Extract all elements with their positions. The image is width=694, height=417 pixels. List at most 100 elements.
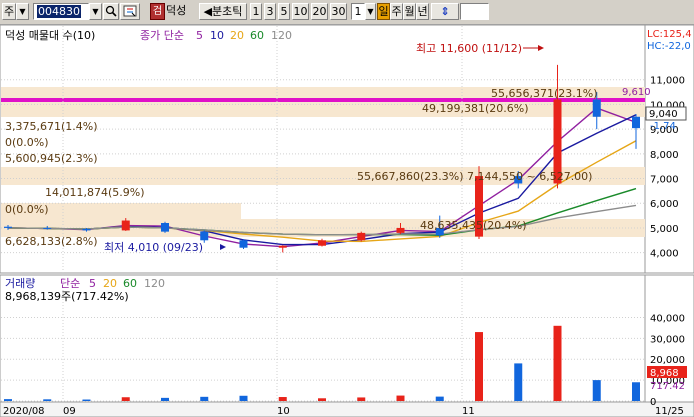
candle-body	[632, 116, 640, 129]
price-tick-label: 11,000	[650, 76, 685, 87]
count-input[interactable]: 1	[351, 3, 365, 20]
x-axis-right-label: 11/25	[655, 406, 684, 417]
week-button[interactable]: 주	[390, 3, 403, 20]
candle-body	[357, 232, 366, 241]
period-1-button[interactable]: 1	[250, 3, 262, 20]
count-dropdown-button[interactable]: ▼	[365, 3, 376, 20]
mode-select[interactable]: 주	[2, 3, 16, 20]
current-price: 9,040	[649, 109, 678, 120]
hc-label: HC:-22,0	[647, 41, 691, 52]
volume-bar	[200, 396, 209, 401]
stock-code-input[interactable]: 004830	[33, 3, 89, 20]
volume-bar	[278, 397, 287, 401]
day-button[interactable]: 일	[377, 3, 390, 20]
search-icon	[105, 5, 117, 17]
lc-label: LC:125,4	[647, 29, 692, 40]
volume-bar	[553, 325, 562, 401]
candle-body	[239, 240, 248, 248]
year-button[interactable]: 년	[416, 3, 429, 20]
current-change: -1.74	[650, 121, 676, 132]
stock-code-value: 004830	[37, 5, 81, 18]
volume-profile-label: 49,199,381(20.6%)	[422, 102, 529, 115]
period-nav-button[interactable]: ◀분초틱	[199, 3, 247, 20]
vma60-legend: 60	[123, 277, 137, 290]
vma20-legend: 20	[103, 277, 117, 290]
volume-bar	[435, 396, 444, 401]
volume-tick-label: 20,000	[650, 355, 685, 366]
volume-value-label: 8,968,139주(717.42%)	[5, 290, 129, 303]
volume-bar	[357, 397, 366, 401]
vma5-legend: 5	[89, 277, 96, 290]
volume-bar	[475, 332, 483, 401]
vma120-legend: 120	[144, 277, 165, 290]
low-annotation: 최저 4,010 (09/23)	[104, 241, 203, 254]
volume-bar	[239, 395, 248, 401]
candle-body	[43, 227, 52, 229]
search-button[interactable]	[103, 3, 119, 20]
code-badge[interactable]: 검	[150, 3, 165, 20]
chevron-down-icon: ▼	[19, 7, 26, 16]
volume-bar	[4, 399, 12, 401]
price-tick-label: 6,000	[650, 199, 679, 210]
volume-bar	[396, 395, 405, 401]
volume-bar	[82, 399, 91, 401]
period-20-button[interactable]: 20	[311, 3, 328, 20]
volume-bar	[161, 397, 169, 401]
ma-legend-label: 종가 단순	[140, 29, 184, 42]
volume-bar	[318, 398, 326, 401]
toolbar: 주 ▼ 004830 ▼ 검 덕성 ◀분초틱 1 3 5 10 20 30 1 …	[0, 0, 694, 25]
volume-bar	[121, 397, 130, 401]
volume-profile-label: 6,628,133(2.8%)	[5, 235, 98, 248]
code-dropdown-button[interactable]: ▼	[89, 3, 102, 20]
volume-current-value: 8,968	[650, 368, 679, 379]
chevron-down-icon: ▼	[367, 7, 374, 16]
volume-bar	[43, 399, 52, 401]
x-axis	[0, 401, 694, 417]
x-label: 10	[277, 406, 290, 417]
up-down-arrow-icon: ⇕	[440, 5, 450, 18]
price-tick-label: 4,000	[650, 249, 679, 260]
volume-profile-label: 0(0.0%)	[5, 136, 49, 149]
month-button[interactable]: 월	[403, 3, 416, 20]
candle-body	[278, 245, 287, 248]
stock-name: 덕성	[166, 4, 187, 17]
ma20-legend: 20	[230, 29, 244, 42]
candle-body	[396, 227, 405, 233]
period-5-button[interactable]: 5	[278, 3, 290, 20]
extra-input[interactable]	[460, 3, 489, 20]
x-label: 11	[462, 406, 475, 417]
volume-profile-label: 55,667,860(23.3%) 7,144,550 ~ 6,527.00)	[357, 170, 592, 183]
chevron-down-icon: ▼	[92, 7, 99, 16]
volume-bar	[592, 380, 601, 401]
volume-panel-title: 거래량	[5, 277, 35, 290]
ma5-legend: 5	[196, 29, 203, 42]
candle-body	[82, 228, 91, 231]
volume-profile-label: 55,656,371(23.1%)	[491, 87, 598, 100]
mode-label: 주	[3, 5, 15, 18]
mode-dropdown-button[interactable]: ▼	[16, 3, 29, 20]
chart-svg: 11,00010,0009,0008,0007,0006,0005,0004,0…	[0, 25, 694, 417]
volume-ma-legend-label: 단순	[60, 277, 80, 290]
candle-body	[200, 231, 209, 241]
chart-tools-button[interactable]	[120, 3, 140, 20]
ma10-legend: 10	[210, 29, 224, 42]
volume-profile-label: 3,375,671(1.4%)	[5, 120, 98, 133]
volume-bar	[514, 363, 523, 401]
top-right-value: 9,610	[622, 87, 651, 98]
period-30-button[interactable]: 30	[330, 3, 347, 20]
volume-tick-label: 30,000	[650, 334, 685, 345]
period-3-button[interactable]: 3	[264, 3, 276, 20]
candle-body	[592, 99, 601, 117]
ma120-legend: 120	[271, 29, 292, 42]
chart-tools-icon	[123, 5, 137, 17]
chart-area: 11,000 10,000 9,000 8,000 7,000 6,000 5,000 4,0…	[0, 25, 694, 417]
period-10-button[interactable]: 10	[292, 3, 309, 20]
candle-body	[318, 240, 326, 246]
candle-body	[121, 220, 130, 231]
up-down-arrow-button[interactable]: ⇕	[431, 3, 459, 20]
volume-tick-label: 40,000	[650, 313, 685, 324]
candle-body	[161, 223, 169, 232]
high-annotation: 최고 11,600 (11/12)	[416, 42, 522, 55]
volume-profile-label: 14,011,874(5.9%)	[45, 186, 145, 199]
volume-profile-label: 0(0.0%)	[5, 203, 49, 216]
